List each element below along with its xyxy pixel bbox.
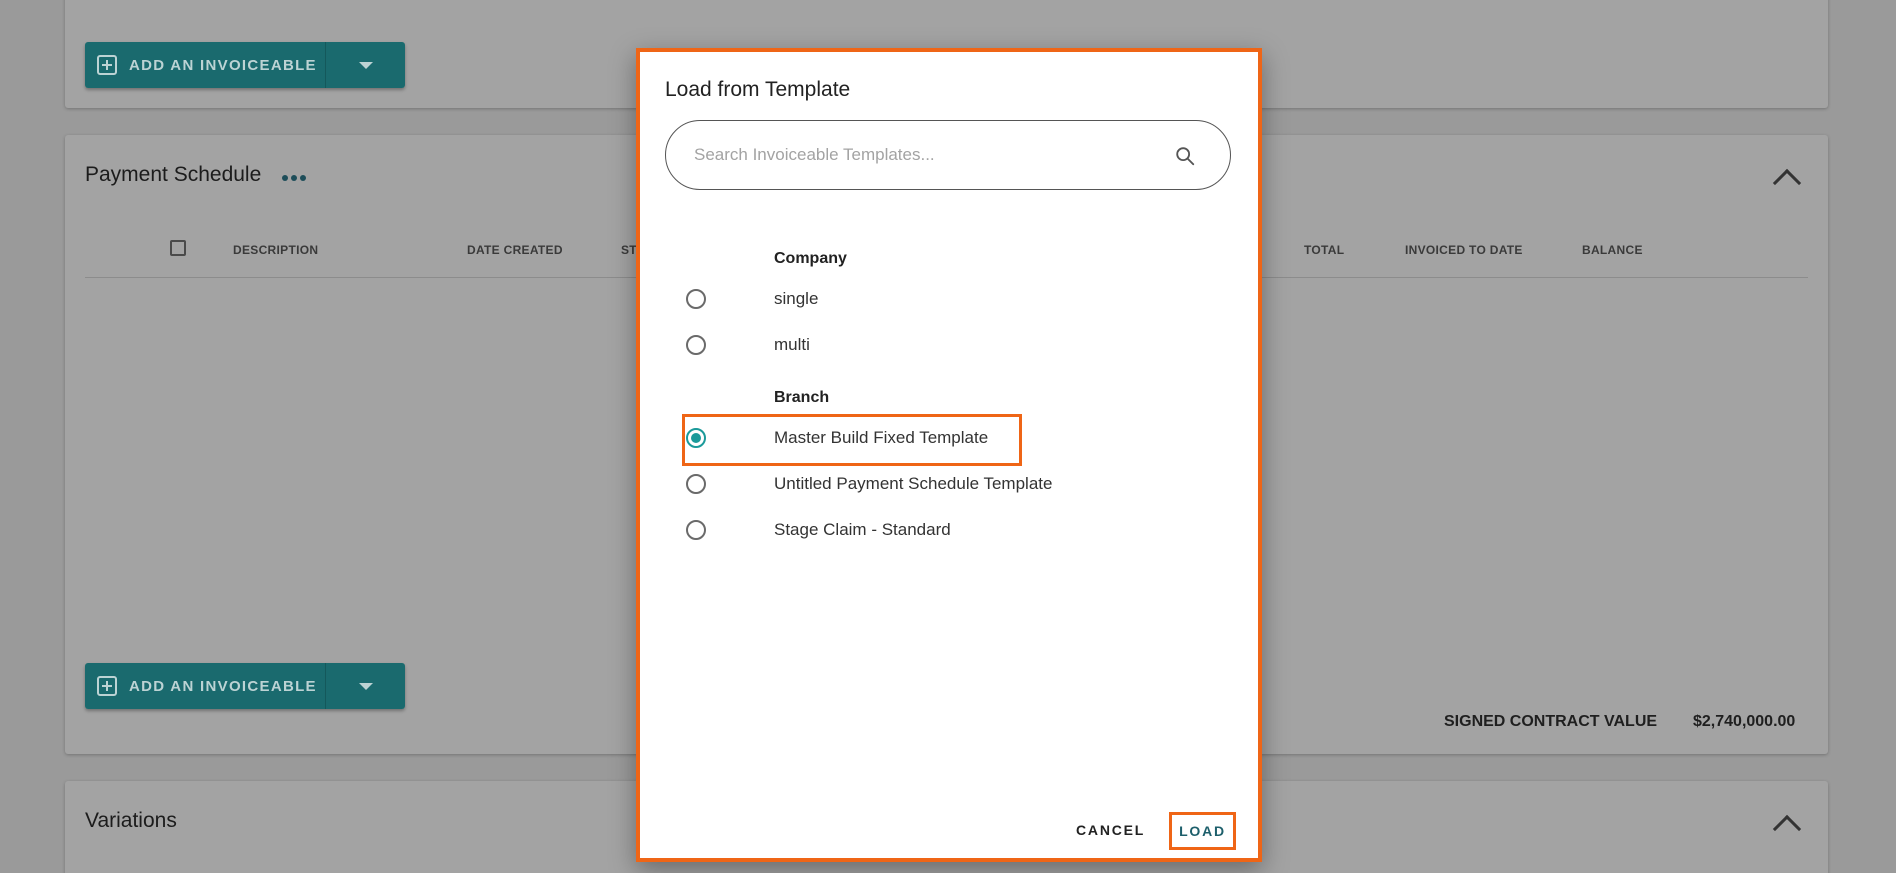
radio-icon[interactable]	[686, 474, 706, 494]
add-invoiceable-dropdown-button[interactable]	[325, 42, 405, 88]
group-label-branch: Branch	[774, 389, 830, 406]
more-horizontal-icon[interactable]	[282, 175, 306, 181]
add-invoiceable-label: ADD AN INVOICEABLE	[129, 677, 317, 695]
chevron-up-icon[interactable]	[1772, 814, 1802, 844]
template-search-input[interactable]	[694, 141, 1164, 169]
payment-schedule-title: Payment Schedule	[85, 163, 262, 186]
add-invoiceable-button[interactable]: ADD AN INVOICEABLE	[85, 42, 325, 88]
dropdown-caret-icon	[358, 61, 373, 69]
add-box-icon	[97, 676, 117, 696]
add-invoiceable-dropdown-button-bottom[interactable]	[325, 663, 405, 709]
dropdown-caret-icon	[358, 682, 373, 690]
template-search-box	[665, 120, 1231, 190]
template-option-stage-claim-standard[interactable]: Stage Claim - Standard	[686, 511, 1036, 549]
template-option-label: Untitled Payment Schedule Template	[774, 474, 1053, 493]
add-box-icon	[97, 55, 117, 75]
column-header-balance[interactable]: BALANCE	[1582, 243, 1643, 257]
add-invoiceable-split-button-bottom: ADD AN INVOICEABLE	[85, 663, 405, 709]
signed-contract-value: $2,740,000.00	[1693, 713, 1796, 730]
template-option-multi[interactable]: multi	[686, 326, 1036, 364]
chevron-up-icon[interactable]	[1772, 168, 1802, 198]
load-from-template-dialog: Load from Template Company single multi …	[636, 48, 1262, 862]
add-invoiceable-split-button-top: ADD AN INVOICEABLE	[85, 42, 405, 88]
add-invoiceable-label: ADD AN INVOICEABLE	[129, 56, 317, 74]
template-option-label: single	[774, 289, 819, 308]
radio-icon[interactable]	[686, 520, 706, 540]
template-option-untitled-payment-schedule[interactable]: Untitled Payment Schedule Template	[686, 465, 1052, 503]
group-label-company: Company	[774, 250, 847, 267]
radio-icon[interactable]	[686, 289, 706, 309]
template-option-single[interactable]: single	[686, 280, 1036, 318]
add-invoiceable-button-bottom[interactable]: ADD AN INVOICEABLE	[85, 663, 325, 709]
column-header-date-created[interactable]: DATE CREATED	[467, 243, 563, 257]
load-button[interactable]: LOAD	[1169, 812, 1236, 850]
cancel-button[interactable]: CANCEL	[1076, 822, 1145, 838]
selection-highlight-box	[682, 414, 1022, 466]
column-header-status[interactable]: ST	[621, 243, 637, 257]
template-option-label: multi	[774, 335, 810, 354]
select-all-checkbox[interactable]	[170, 240, 186, 256]
variations-title: Variations	[85, 809, 177, 832]
template-option-label: Stage Claim - Standard	[774, 520, 951, 539]
column-header-description[interactable]: DESCRIPTION	[233, 243, 318, 257]
column-header-invoiced-to-date[interactable]: INVOICED TO DATE	[1405, 243, 1523, 257]
dialog-title: Load from Template	[665, 78, 851, 101]
radio-icon[interactable]	[686, 335, 706, 355]
search-icon[interactable]	[1174, 145, 1196, 167]
column-header-total[interactable]: TOTAL	[1304, 243, 1344, 257]
signed-contract-label: SIGNED CONTRACT VALUE	[1444, 713, 1658, 730]
